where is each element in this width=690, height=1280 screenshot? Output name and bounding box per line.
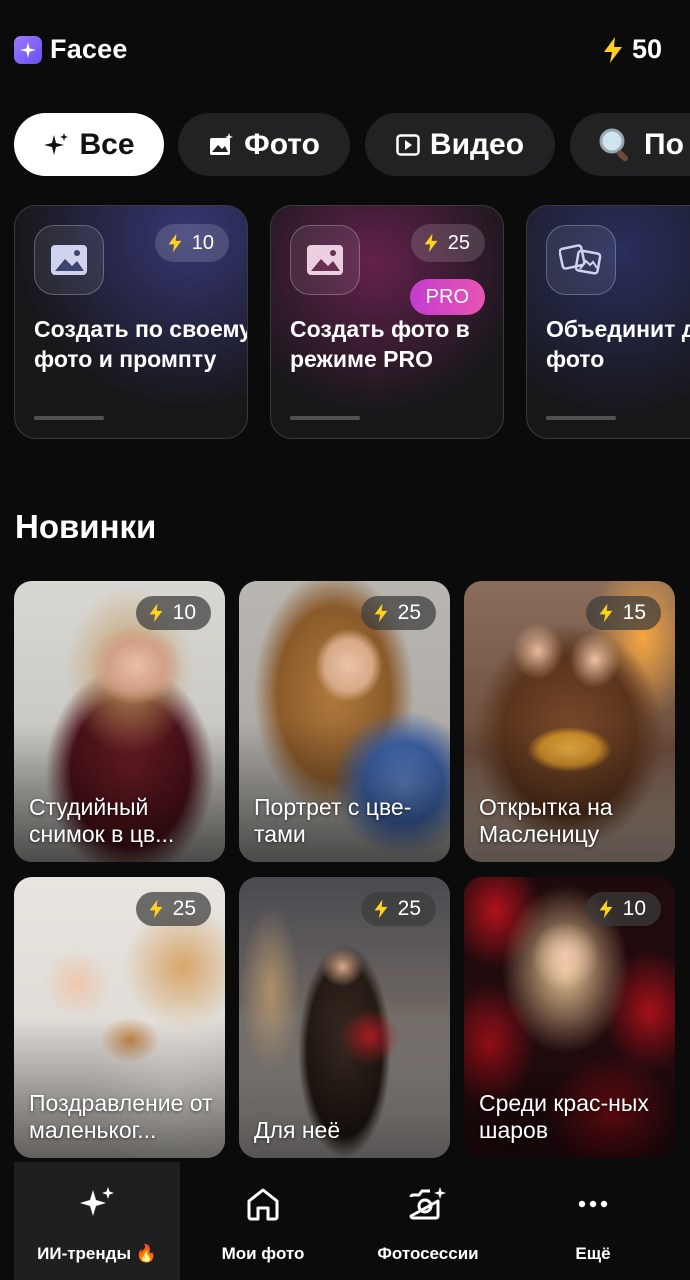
magnifier-icon	[599, 128, 628, 161]
cost-badge: 25	[360, 892, 436, 926]
template-card[interactable]: 25 Поздравление от маленьког...	[14, 877, 225, 1158]
template-title: Портрет с цве-тами	[254, 794, 412, 847]
more-icon	[578, 1184, 608, 1224]
balance-value: 50	[631, 34, 662, 64]
nav-label: Ещё	[575, 1244, 611, 1263]
picture-icon	[290, 225, 360, 295]
nav-label: ИИ-тренды 🔥	[37, 1244, 157, 1263]
tool-card-own-photo[interactable]: 10 Создать по своему фото и промпту	[14, 205, 248, 439]
image-icon	[210, 132, 234, 155]
cost-badge: 15	[585, 596, 661, 630]
nav-label: Мои фото	[221, 1244, 305, 1263]
tool-progress-bar	[34, 416, 104, 420]
bolt-icon	[602, 36, 624, 64]
cost-badge: 25	[360, 596, 436, 630]
template-title: Среди крас-ных шаров	[479, 1090, 649, 1143]
tool-card-merge[interactable]: Объединит два фото	[526, 205, 690, 439]
cost-badge: 10	[154, 224, 229, 262]
tool-title: Объединит два фото	[546, 316, 690, 372]
template-card[interactable]: 10 Среди крас-ных шаров	[464, 877, 675, 1158]
template-card[interactable]: 25 Портрет с цве-тами	[239, 581, 450, 862]
cost-badge: 25	[410, 224, 485, 262]
app-header: Facee 50	[0, 0, 690, 100]
tool-title: Создать по своему фото и промпту	[34, 316, 248, 372]
template-title: Студийный снимок в цв...	[29, 794, 175, 847]
picture-icon	[34, 225, 104, 295]
sparkles-icon	[78, 1184, 116, 1224]
bottom-nav: ИИ-тренды 🔥 Мои фото Фотосессии Ещё	[0, 1162, 690, 1280]
home-icon	[245, 1184, 281, 1224]
template-title: Для неё	[254, 1117, 341, 1143]
sparkle-icon	[44, 132, 69, 155]
two-pictures-icon	[546, 225, 616, 295]
nav-item-ai-trends[interactable]: ИИ-тренды 🔥	[14, 1162, 180, 1280]
chip-photo-label: Фото	[244, 127, 320, 161]
tool-progress-bar	[290, 416, 360, 420]
chip-photo[interactable]: Фото	[178, 113, 350, 176]
chip-all[interactable]: Все	[14, 113, 164, 176]
cost-badge: 10	[135, 596, 211, 630]
chip-video-label: Видео	[429, 127, 525, 161]
nav-label: Фотосессии	[377, 1244, 479, 1263]
nav-item-photosessions[interactable]: Фотосессии	[345, 1162, 511, 1280]
cost-badge: 10	[585, 892, 661, 926]
template-card[interactable]: 10 Студийный снимок в цв...	[14, 581, 225, 862]
nav-item-my-photos[interactable]: Мои фото	[180, 1162, 346, 1280]
section-title: Новинки	[15, 508, 157, 545]
chip-search[interactable]: По	[570, 113, 690, 176]
tool-title: Создать фото в режиме PRO	[290, 316, 470, 372]
pro-badge: PRO	[409, 279, 485, 315]
template-title: Открытка на Масленицу	[479, 794, 613, 847]
chip-video[interactable]: Видео	[365, 113, 555, 176]
template-title: Поздравление от маленьког...	[29, 1090, 213, 1143]
tools-carousel: 10 Создать по своему фото и промпту 25 P…	[14, 205, 690, 441]
template-card[interactable]: 25 Для неё	[239, 877, 450, 1158]
app-name: Facee	[50, 34, 128, 64]
tool-progress-bar	[546, 416, 616, 420]
balance-counter[interactable]: 50	[602, 34, 662, 65]
nav-item-more[interactable]: Ещё	[510, 1162, 676, 1280]
cost-badge: 25	[135, 892, 211, 926]
template-card[interactable]: 15 Открытка на Масленицу	[464, 581, 675, 862]
app-logo-icon	[14, 36, 42, 64]
filter-chips: Все Фото Видео По	[14, 113, 690, 177]
video-icon	[396, 133, 420, 156]
chip-all-label: Все	[79, 127, 135, 161]
tool-card-pro[interactable]: 25 PRO Создать фото в режиме PRO	[270, 205, 504, 439]
chip-search-label: По	[644, 127, 684, 161]
camera-sparkle-icon	[408, 1184, 448, 1224]
